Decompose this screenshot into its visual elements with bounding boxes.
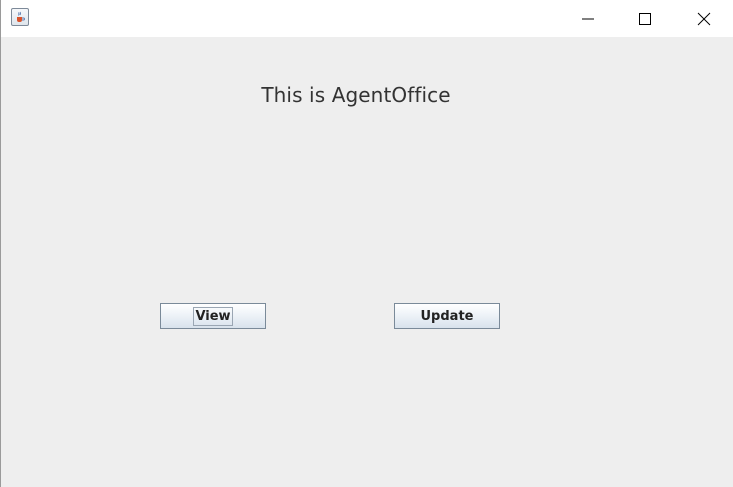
update-button[interactable]: Update bbox=[394, 303, 500, 329]
maximize-icon bbox=[639, 12, 651, 25]
close-icon bbox=[697, 12, 711, 25]
maximize-button[interactable] bbox=[616, 0, 674, 37]
minimize-icon bbox=[582, 18, 594, 19]
app-window: This is AgentOffice View Update bbox=[0, 0, 733, 487]
page-heading: This is AgentOffice bbox=[261, 83, 451, 107]
view-button-label: View bbox=[193, 306, 233, 326]
update-button-label: Update bbox=[420, 308, 474, 324]
content-panel: This is AgentOffice View Update bbox=[1, 37, 733, 487]
minimize-button[interactable] bbox=[559, 0, 617, 37]
java-cup-icon[interactable] bbox=[11, 8, 29, 26]
close-button[interactable] bbox=[675, 0, 733, 37]
view-button[interactable]: View bbox=[160, 303, 266, 329]
title-bar[interactable] bbox=[1, 0, 733, 37]
